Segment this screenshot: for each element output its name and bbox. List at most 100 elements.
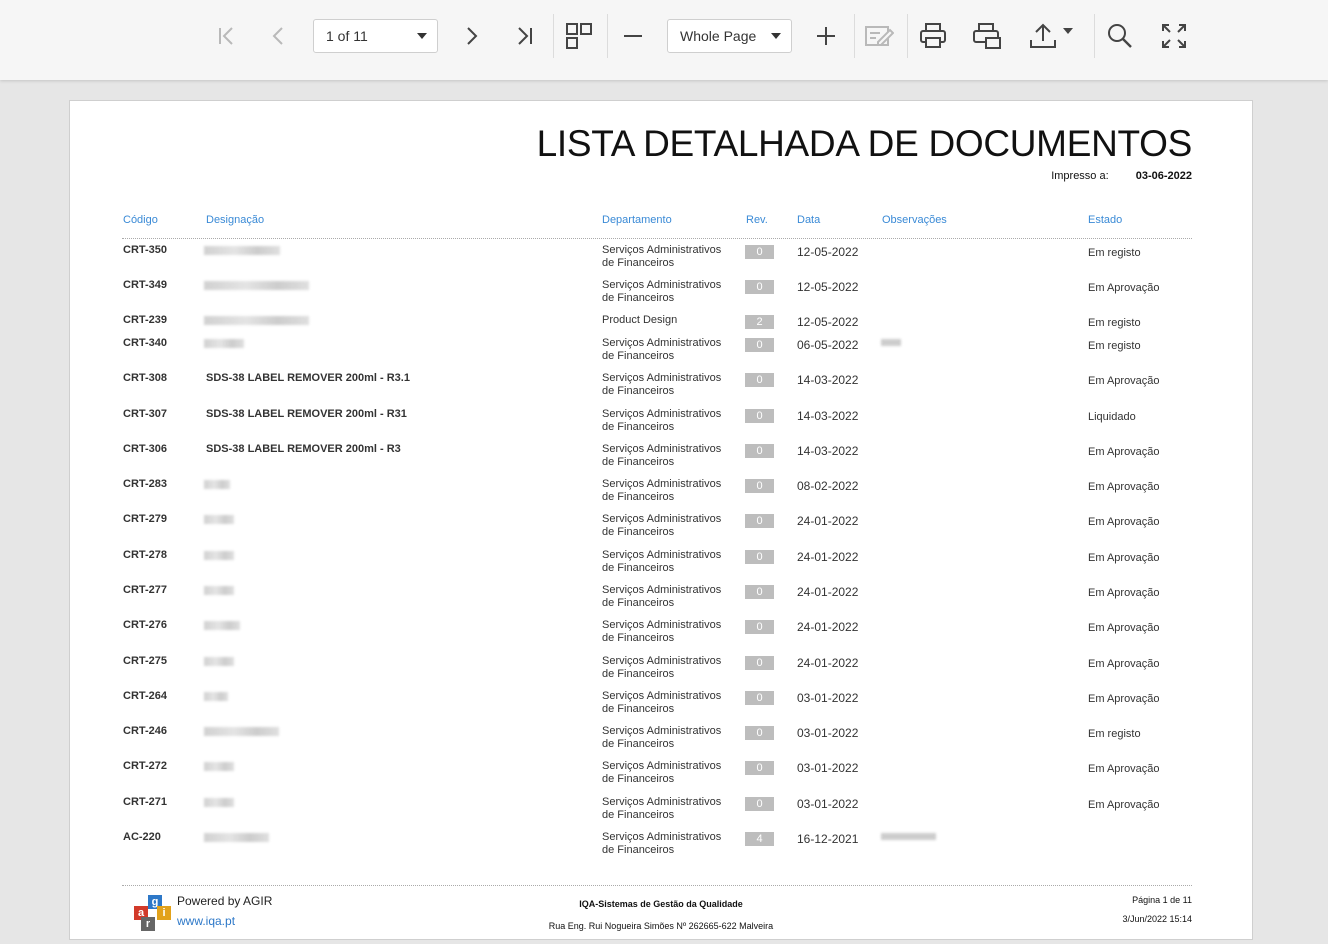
printer-icon: [920, 23, 946, 48]
company-name: IQA-Sistemas de Gestão da Qualidade: [579, 899, 743, 909]
row-code: CRT-246: [123, 725, 168, 737]
department-line: de Financeiros: [602, 491, 675, 503]
row-state: Liquidado: [1088, 411, 1136, 423]
row-revision: 0: [745, 245, 774, 259]
last-page-icon: [518, 27, 532, 45]
printed-label: Impresso a:: [1051, 170, 1109, 182]
redacted-designation: [204, 480, 230, 489]
row-department: Serviços Administrativos de Financeiros: [602, 760, 721, 786]
table-row: AC-220 Serviços Administrativos de Finance…: [70, 826, 1252, 861]
multi-page-view-button[interactable]: [562, 16, 596, 56]
redacted-designation: [204, 246, 280, 255]
department-line: Serviços Administrativos: [602, 549, 722, 561]
print-button[interactable]: [915, 16, 951, 56]
row-code: AC-220: [123, 831, 161, 843]
fullscreen-button[interactable]: [1156, 16, 1192, 56]
plus-icon: [817, 27, 835, 45]
first-page-icon: [219, 27, 233, 45]
redacted-designation: [204, 762, 234, 771]
row-code: CRT-283: [123, 478, 168, 490]
zoom-select[interactable]: Whole Page: [667, 19, 792, 53]
department-line: Serviços Administrativos: [602, 831, 722, 843]
row-department: Serviços Administrativos de Financeiros: [602, 549, 721, 575]
table-row: CRT-307 SDS-38 LABEL REMOVER 200ml - R31 S…: [70, 403, 1252, 438]
table-row: CRT-350 Serviços Administrativos de Financ…: [70, 239, 1252, 274]
row-date: 12-05-2022: [797, 280, 859, 294]
edit-fields-button[interactable]: [862, 16, 896, 56]
row-code: CRT-264: [123, 690, 168, 702]
row-date: 03-01-2022: [797, 726, 859, 740]
viewer-toolbar: 1 of 11 Whole Page: [0, 0, 1328, 80]
row-date: 12-05-2022: [797, 315, 859, 329]
export-button[interactable]: [1024, 16, 1078, 56]
first-page-button[interactable]: [209, 16, 243, 56]
row-revision: 0: [745, 444, 774, 458]
fullscreen-icon: [1162, 24, 1186, 48]
row-state: Em Aprovação: [1088, 446, 1160, 458]
table-row: CRT-275 Serviços Administrativos de Financ…: [70, 650, 1252, 685]
row-revision: 0: [745, 620, 774, 634]
row-revision: 4: [745, 832, 774, 846]
page-select[interactable]: 1 of 11: [313, 19, 438, 53]
row-date: 24-01-2022: [797, 550, 859, 564]
department-line: de Financeiros: [602, 809, 675, 821]
last-page-button[interactable]: [508, 16, 542, 56]
toolbar-separator: [854, 14, 855, 58]
print-page-button[interactable]: [969, 16, 1005, 56]
row-department: Serviços Administrativos de Financeiros: [602, 513, 721, 539]
row-date: 14-03-2022: [797, 373, 859, 387]
row-code: CRT-276: [123, 619, 168, 631]
zoom-in-button[interactable]: [809, 16, 843, 56]
row-department: Serviços Administrativos de Financeiros: [602, 831, 721, 857]
department-line: Product Design: [602, 314, 678, 326]
table-row: CRT-246 Serviços Administrativos de Financ…: [70, 720, 1252, 755]
redacted-designation: [204, 316, 309, 325]
row-revision: 0: [745, 479, 774, 493]
row-revision: 0: [745, 761, 774, 775]
row-date: 14-03-2022: [797, 444, 859, 458]
caret-down-icon: [417, 33, 427, 39]
search-button[interactable]: [1102, 16, 1138, 56]
row-code: CRT-271: [123, 796, 168, 808]
toolbar-separator: [553, 14, 554, 58]
zoom-out-button[interactable]: [616, 16, 650, 56]
previous-page-button[interactable]: [263, 16, 295, 56]
row-date: 24-01-2022: [797, 514, 859, 528]
zoom-select-value: Whole Page: [680, 28, 757, 44]
department-line: Serviços Administrativos: [602, 619, 722, 631]
page-select-value: 1 of 11: [326, 28, 368, 44]
table-row: CRT-340 Serviços Administrativos de Financ…: [70, 332, 1252, 367]
row-date: 12-05-2022: [797, 245, 859, 259]
table-row: CRT-264 Serviços Administrativos de Financ…: [70, 685, 1252, 720]
row-date: 24-01-2022: [797, 620, 859, 634]
redacted-designation: [204, 621, 240, 630]
redacted-observation: [881, 833, 936, 840]
table-row: CRT-272 Serviços Administrativos de Financ…: [70, 755, 1252, 790]
row-designation: SDS-38 LABEL REMOVER 200ml - R31: [206, 408, 407, 420]
row-department: Serviços Administrativos de Financeiros: [602, 655, 721, 681]
row-revision: 0: [745, 373, 774, 387]
row-state: Em Aprovação: [1088, 658, 1160, 670]
department-line: de Financeiros: [602, 738, 675, 750]
redacted-designation: [204, 339, 244, 348]
redacted-designation: [204, 727, 279, 736]
redacted-designation: [204, 833, 269, 842]
next-page-button[interactable]: [455, 16, 487, 56]
caret-down-icon: [1063, 28, 1073, 34]
table-row: CRT-349 Serviços Administrativos de Financ…: [70, 274, 1252, 309]
toolbar-separator: [607, 14, 608, 58]
table-row: CRT-271 Serviços Administrativos de Financ…: [70, 791, 1252, 826]
department-line: de Financeiros: [602, 773, 675, 785]
row-designation: SDS-38 LABEL REMOVER 200ml - R3.1: [206, 372, 410, 384]
row-date: 03-01-2022: [797, 797, 859, 811]
row-code: CRT-307: [123, 408, 168, 420]
redacted-designation: [204, 281, 309, 290]
row-department: Serviços Administrativos de Financeiros: [602, 584, 721, 610]
header-designation: Designação: [206, 214, 265, 226]
print-page-icon: [973, 23, 1001, 49]
row-date: 24-01-2022: [797, 656, 859, 670]
department-line: Serviços Administrativos: [602, 408, 722, 420]
printed-date-line: Impresso a: 03-06-2022: [1051, 170, 1192, 182]
page-info: Página 1 de 11: [1132, 895, 1192, 905]
row-date: 03-01-2022: [797, 761, 859, 775]
